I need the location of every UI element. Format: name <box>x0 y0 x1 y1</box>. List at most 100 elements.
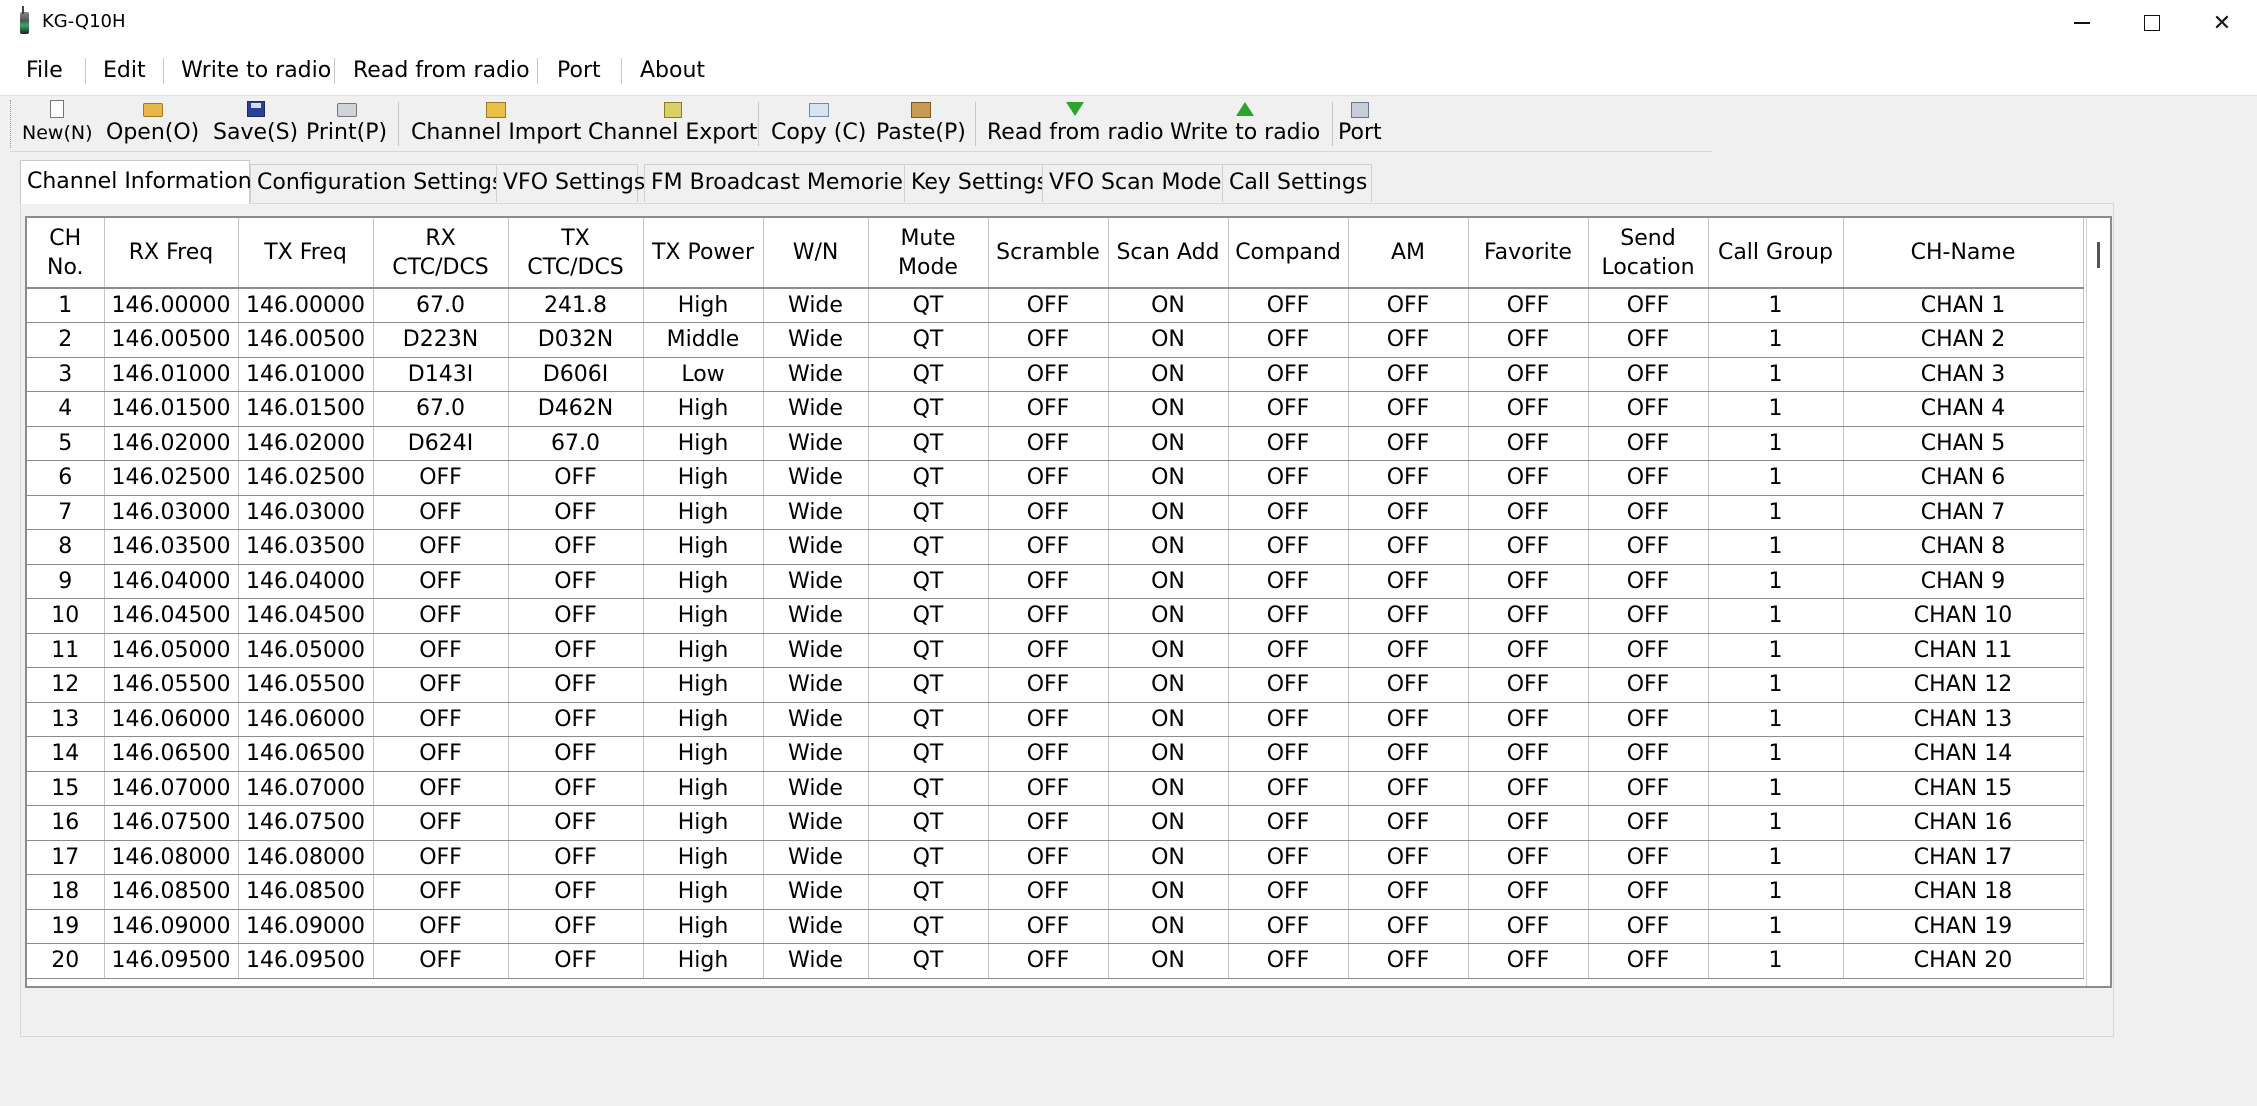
table-cell[interactable]: CHAN 19 <box>1843 909 2084 944</box>
table-cell[interactable]: ON <box>1108 840 1229 875</box>
menu-about[interactable]: About <box>640 58 705 83</box>
table-cell[interactable]: QT <box>868 840 989 875</box>
table-cell[interactable]: 6 <box>27 460 105 496</box>
table-cell[interactable]: 1 <box>1708 943 1844 979</box>
table-cell[interactable]: 1 <box>1708 564 1844 599</box>
table-cell[interactable]: OFF <box>1468 495 1589 530</box>
table-cell[interactable]: CHAN 2 <box>1843 322 2084 358</box>
table-cell[interactable]: 1 <box>1708 702 1844 737</box>
table-cell[interactable]: High <box>643 771 764 806</box>
table-cell[interactable]: OFF <box>1228 598 1349 634</box>
table-cell[interactable]: OFF <box>1348 667 1469 703</box>
table-cell[interactable]: OFF <box>508 598 644 634</box>
minimize-button[interactable] <box>2048 0 2116 46</box>
table-cell[interactable]: OFF <box>988 736 1109 772</box>
table-cell[interactable]: 146.08000 <box>104 840 239 875</box>
table-cell[interactable]: 1 <box>1708 495 1844 530</box>
table-cell[interactable]: 146.07500 <box>238 805 374 841</box>
column-header[interactable]: Favorite <box>1468 218 1589 289</box>
copy-button[interactable]: Copy (C) <box>771 98 866 150</box>
table-cell[interactable]: OFF <box>1588 322 1709 358</box>
table-cell[interactable]: QT <box>868 460 989 496</box>
channel-export-button[interactable]: Channel Export <box>588 98 757 150</box>
table-cell[interactable]: OFF <box>1588 736 1709 772</box>
table-row[interactable]: 2 146.00500 146.00500 D223N D032N Middle Wide Q… <box>27 322 2084 358</box>
table-cell[interactable]: ON <box>1108 426 1229 461</box>
table-cell[interactable]: OFF <box>1348 529 1469 565</box>
table-cell[interactable]: OFF <box>1468 529 1589 565</box>
table-cell[interactable]: OFF <box>1348 322 1469 358</box>
table-cell[interactable]: OFF <box>373 771 509 806</box>
table-cell[interactable]: Wide <box>763 909 869 944</box>
menu-port[interactable]: Port <box>557 58 601 83</box>
table-cell[interactable]: ON <box>1108 874 1229 910</box>
table-cell[interactable]: OFF <box>1468 909 1589 944</box>
table-cell[interactable]: OFF <box>1228 288 1349 323</box>
table-cell[interactable]: 146.05500 <box>104 667 239 703</box>
table-cell[interactable]: ON <box>1108 633 1229 668</box>
table-cell[interactable]: Middle <box>643 322 764 358</box>
table-cell[interactable]: OFF <box>1228 633 1349 668</box>
table-cell[interactable]: OFF <box>1228 943 1349 979</box>
column-header[interactable]: RX CTC/DCS <box>373 218 509 289</box>
table-cell[interactable]: 9 <box>27 564 105 599</box>
table-row[interactable]: 4 146.01500 146.01500 67.0 D462N High Wide QT OF… <box>27 391 2084 427</box>
table-cell[interactable]: OFF <box>988 288 1109 323</box>
table-cell[interactable]: High <box>643 460 764 496</box>
table-cell[interactable]: Low <box>643 357 764 392</box>
table-cell[interactable]: OFF <box>988 529 1109 565</box>
table-cell[interactable]: Wide <box>763 460 869 496</box>
table-cell[interactable]: Wide <box>763 633 869 668</box>
table-cell[interactable]: OFF <box>1588 943 1709 979</box>
table-cell[interactable]: 14 <box>27 736 105 772</box>
table-cell[interactable]: 1 <box>1708 598 1844 634</box>
column-header[interactable]: Scramble <box>988 218 1109 289</box>
table-cell[interactable]: OFF <box>1588 529 1709 565</box>
table-cell[interactable]: OFF <box>1468 943 1589 979</box>
tab-configuration-settings[interactable]: Configuration Settings <box>250 164 516 202</box>
toolbar-read-from-radio-button[interactable]: Read from radio <box>987 98 1164 150</box>
table-cell[interactable]: 146.04500 <box>104 598 239 634</box>
table-cell[interactable]: 5 <box>27 426 105 461</box>
table-cell[interactable]: OFF <box>508 805 644 841</box>
table-cell[interactable]: QT <box>868 288 989 323</box>
table-cell[interactable]: 1 <box>1708 667 1844 703</box>
table-cell[interactable]: OFF <box>1588 495 1709 530</box>
table-cell[interactable]: 1 <box>1708 909 1844 944</box>
table-cell[interactable]: QT <box>868 564 989 599</box>
table-cell[interactable]: OFF <box>988 495 1109 530</box>
table-cell[interactable]: OFF <box>1468 426 1589 461</box>
table-row[interactable]: 14 146.06500 146.06500 OFF OFF High Wide QT OFF O… <box>27 736 2084 772</box>
table-cell[interactable]: 146.01000 <box>238 357 374 392</box>
table-cell[interactable]: 1 <box>1708 771 1844 806</box>
table-cell[interactable]: 146.00000 <box>104 288 239 323</box>
table-cell[interactable]: 146.03000 <box>104 495 239 530</box>
table-cell[interactable]: OFF <box>988 840 1109 875</box>
table-cell[interactable]: CHAN 18 <box>1843 874 2084 910</box>
tab-channel-information[interactable]: Channel Information <box>20 160 252 204</box>
table-cell[interactable]: QT <box>868 633 989 668</box>
table-cell[interactable]: 146.06000 <box>104 702 239 737</box>
table-cell[interactable]: OFF <box>1468 633 1589 668</box>
table-cell[interactable]: OFF <box>508 840 644 875</box>
table-cell[interactable]: 1 <box>1708 840 1844 875</box>
table-cell[interactable]: OFF <box>373 460 509 496</box>
table-cell[interactable]: 146.07000 <box>104 771 239 806</box>
column-header[interactable]: Call Group <box>1708 218 1844 289</box>
table-cell[interactable]: CHAN 6 <box>1843 460 2084 496</box>
table-cell[interactable]: 1 <box>1708 529 1844 565</box>
table-cell[interactable]: 146.00500 <box>104 322 239 358</box>
table-cell[interactable]: QT <box>868 736 989 772</box>
table-cell[interactable]: Wide <box>763 564 869 599</box>
menu-write-to-radio[interactable]: Write to radio <box>181 58 331 83</box>
table-cell[interactable]: OFF <box>1348 909 1469 944</box>
table-cell[interactable]: OFF <box>508 874 644 910</box>
table-cell[interactable]: High <box>643 598 764 634</box>
table-cell[interactable]: 146.04000 <box>238 564 374 599</box>
table-cell[interactable]: OFF <box>1468 736 1589 772</box>
table-cell[interactable]: QT <box>868 598 989 634</box>
table-cell[interactable]: ON <box>1108 943 1229 979</box>
table-cell[interactable]: QT <box>868 702 989 737</box>
table-cell[interactable]: OFF <box>1228 495 1349 530</box>
table-cell[interactable]: OFF <box>1228 529 1349 565</box>
